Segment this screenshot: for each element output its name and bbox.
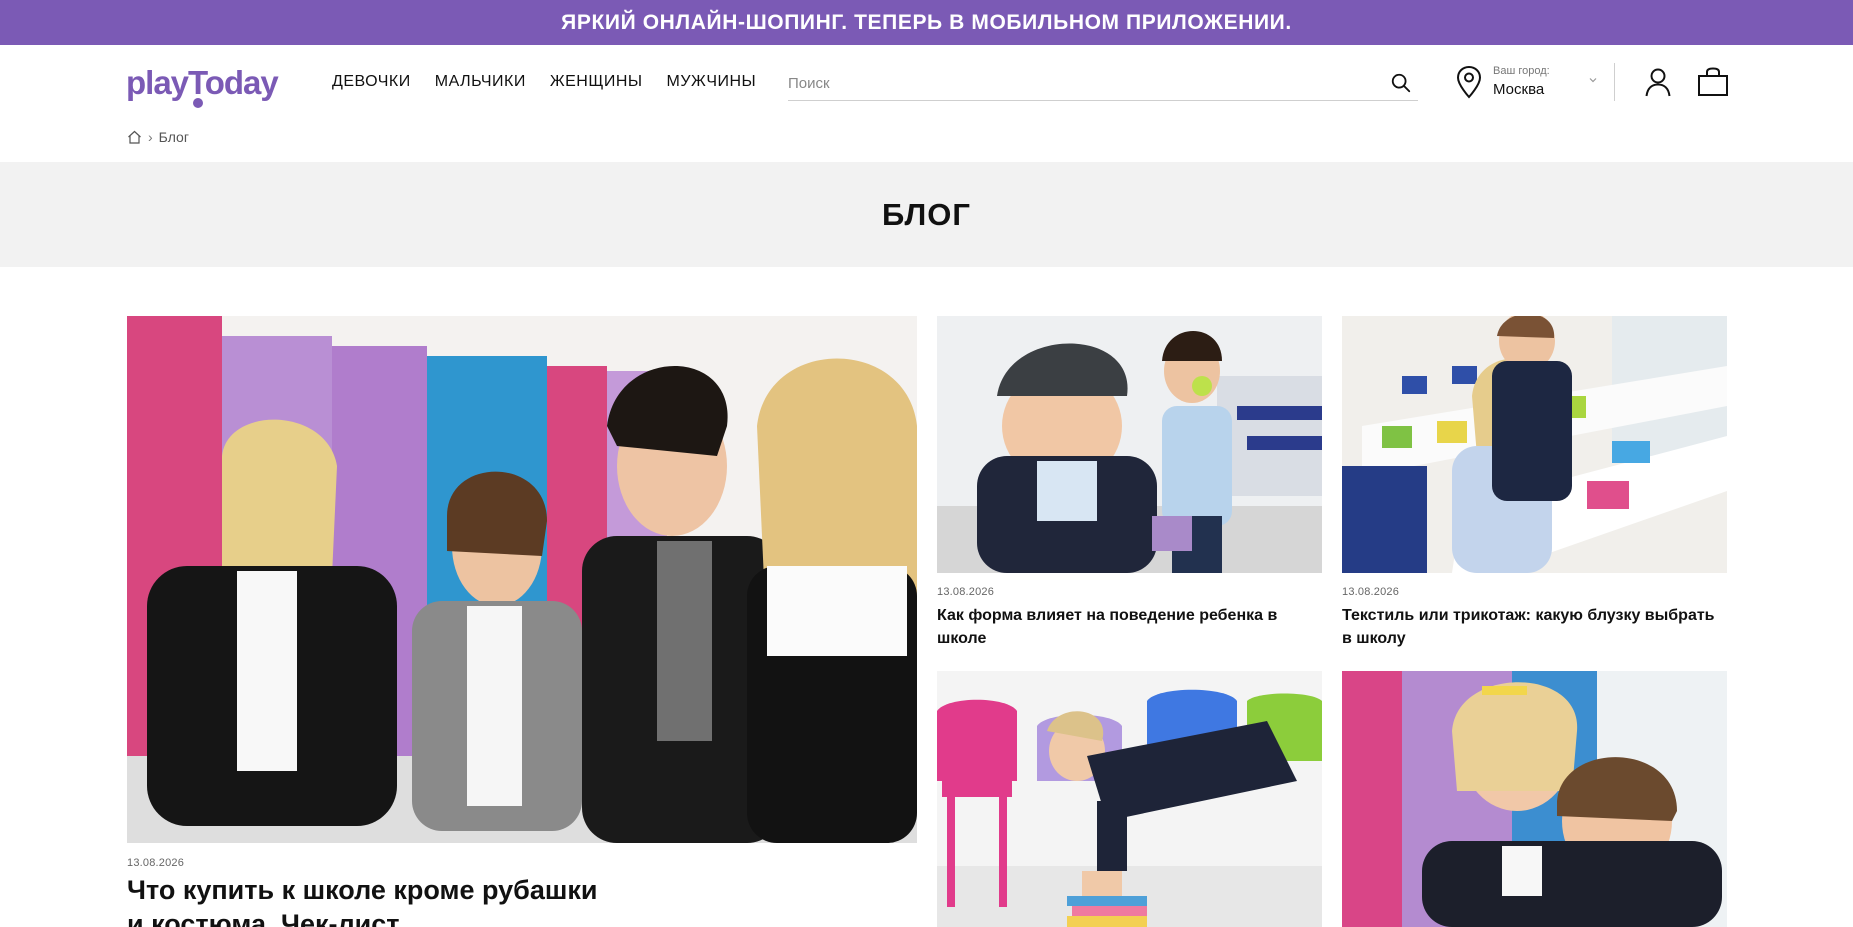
article-image-featured[interactable] <box>127 316 917 843</box>
main-nav: ДЕВОЧКИ МАЛЬЧИКИ ЖЕНЩИНЫ МУЖЧИНЫ <box>332 73 756 91</box>
article-image[interactable] <box>1342 316 1727 573</box>
article-date: 13.08.2026 <box>1342 586 1400 598</box>
nav-item-women[interactable]: ЖЕНЩИНЫ <box>550 73 643 91</box>
city-caption: Ваш город: <box>1493 65 1550 77</box>
nav-item-men[interactable]: МУЖЧИНЫ <box>667 73 757 91</box>
title-band: БЛОГ <box>0 162 1853 267</box>
site-header: playToday ДЕВОЧКИ МАЛЬЧИКИ ЖЕНЩИНЫ МУЖЧИ… <box>0 45 1853 120</box>
nav-item-boys[interactable]: МАЛЬЧИКИ <box>435 73 526 91</box>
article-image[interactable] <box>1342 671 1727 927</box>
breadcrumb-current: Блог <box>158 129 189 145</box>
article-image[interactable] <box>937 671 1322 927</box>
article-title-featured[interactable]: Что купить к школе кроме рубашки и костю… <box>127 873 607 927</box>
search-icon[interactable] <box>1390 72 1412 94</box>
article-date: 13.08.2026 <box>127 857 185 869</box>
logo-dot <box>193 98 203 108</box>
brand-logo[interactable]: playToday <box>126 61 286 108</box>
breadcrumb-separator: › <box>148 129 153 145</box>
page-title: БЛОГ <box>882 196 971 232</box>
city-selector[interactable]: Ваш город: Москва <box>1455 61 1601 105</box>
article-title[interactable]: Текстиль или трикотаж: какую блузку выбр… <box>1342 604 1722 650</box>
header-divider <box>1614 63 1615 101</box>
cart-bag-icon[interactable] <box>1697 67 1729 97</box>
article-title[interactable]: Как форма влияет на поведение ребенка в … <box>937 604 1307 650</box>
article-image[interactable] <box>937 316 1322 573</box>
search-bar <box>788 65 1418 101</box>
search-input[interactable] <box>788 71 1368 95</box>
city-name: Москва <box>1493 81 1545 98</box>
home-icon[interactable] <box>127 130 142 144</box>
breadcrumb: › Блог <box>127 129 189 145</box>
user-icon[interactable] <box>1644 67 1672 97</box>
nav-item-girls[interactable]: ДЕВОЧКИ <box>332 73 411 91</box>
logo-wordmark: playToday <box>126 64 279 101</box>
chevron-down-icon <box>1589 78 1597 83</box>
promo-banner[interactable]: ЯРКИЙ ОНЛАЙН-ШОПИНГ. ТЕПЕРЬ В МОБИЛЬНОМ … <box>0 0 1853 45</box>
promo-text: ЯРКИЙ ОНЛАЙН-ШОПИНГ. ТЕПЕРЬ В МОБИЛЬНОМ … <box>561 10 1292 34</box>
location-pin-icon <box>1456 65 1482 99</box>
article-date: 13.08.2026 <box>937 586 995 598</box>
